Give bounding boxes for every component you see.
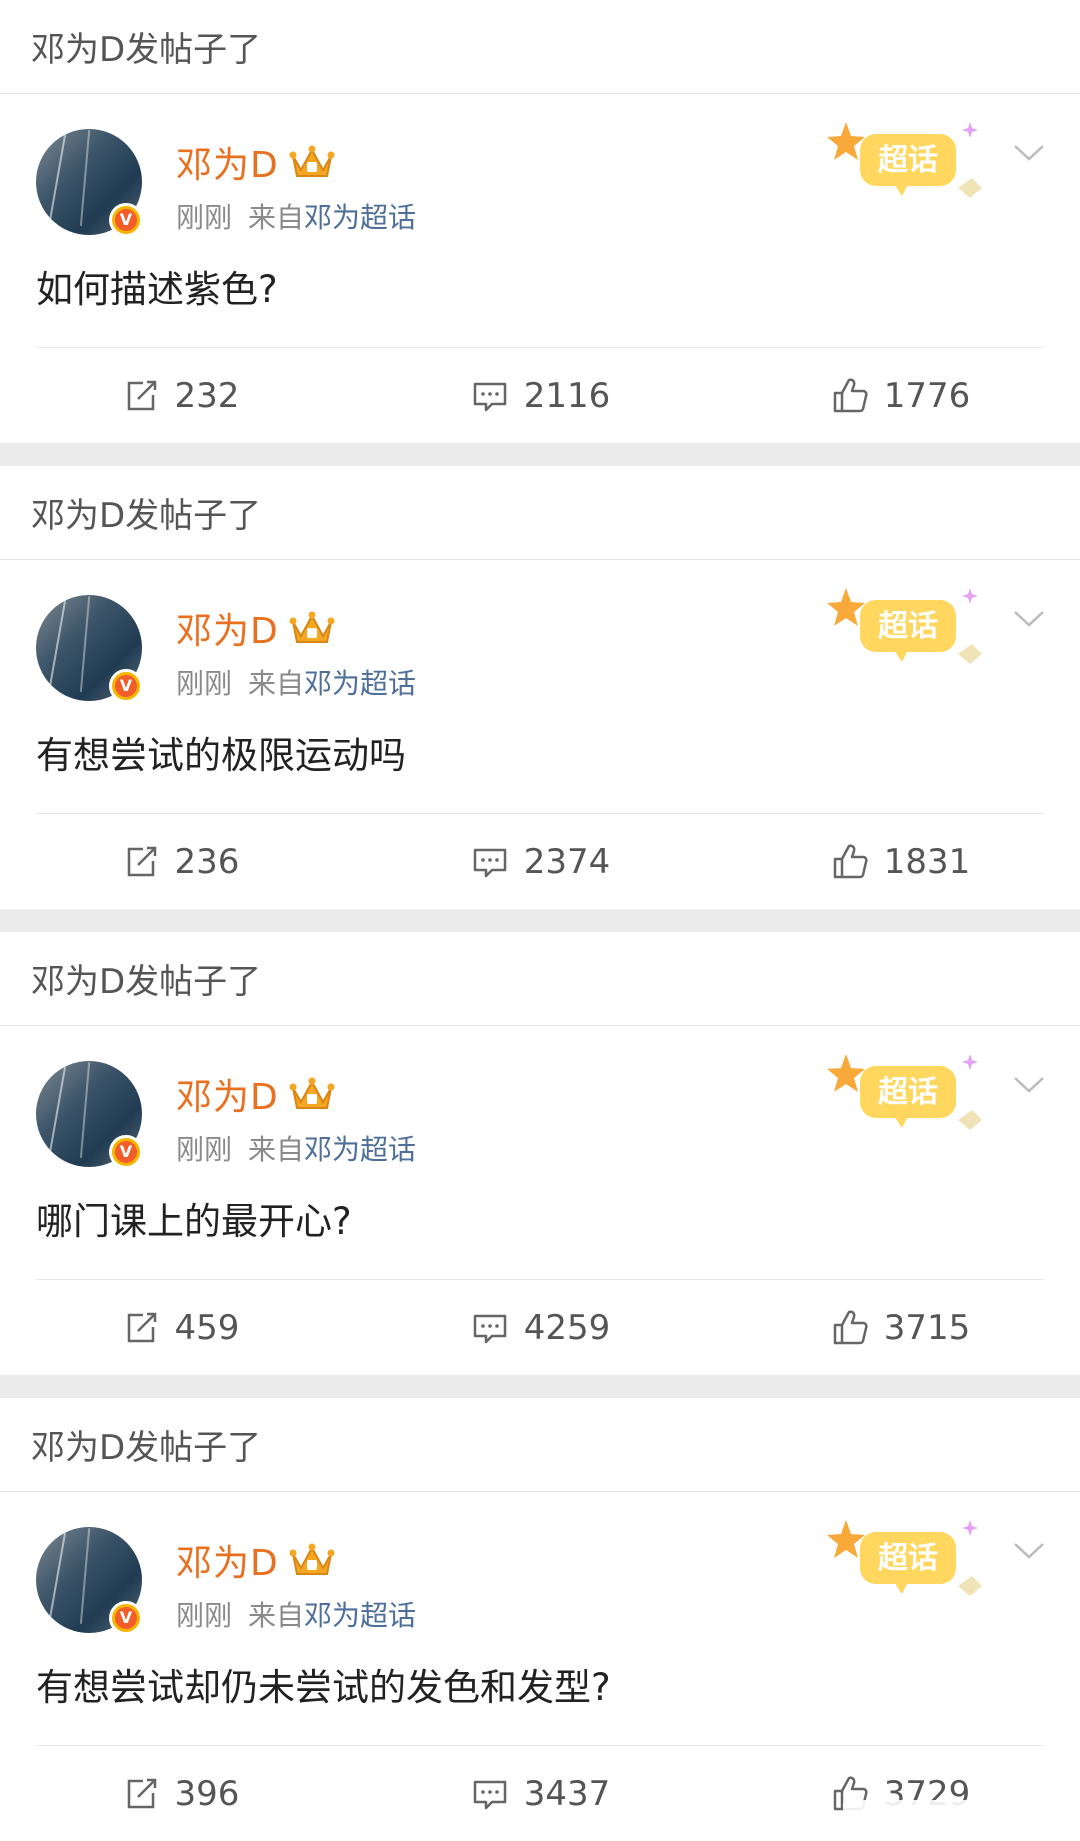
post-card: 邓为D发帖子了 V 邓为D 刚刚 来自邓为超话 超话 xyxy=(0,1398,1080,1841)
post-content[interactable]: 如何描述紫色? xyxy=(36,259,278,313)
post-meta: 刚刚 来自邓为超话 xyxy=(176,1128,416,1168)
comment-icon xyxy=(473,382,506,411)
like-icon xyxy=(833,844,868,878)
repost-count: 459 xyxy=(174,1307,240,1348)
post-meta: 刚刚 来自邓为超话 xyxy=(176,196,416,236)
post-time: 刚刚 xyxy=(176,1133,233,1166)
username[interactable]: 邓为D xyxy=(176,1534,279,1586)
post-card: 邓为D发帖子了 V 邓为D 刚刚 来自邓为超话 超话 xyxy=(0,0,1080,443)
chaohua-label: 超话 xyxy=(878,1075,938,1110)
action-bar: 232 2116 1776 xyxy=(0,347,1080,443)
like-icon xyxy=(833,1310,868,1344)
source-link[interactable]: 邓为超话 xyxy=(304,201,416,234)
source-prefix: 来自 xyxy=(248,1599,305,1632)
source-link[interactable]: 邓为超话 xyxy=(304,1133,416,1166)
action-bar: 236 2374 1831 xyxy=(0,813,1080,909)
post-meta: 刚刚 来自邓为超话 xyxy=(176,662,416,702)
chaohua-label: 超话 xyxy=(878,1541,938,1576)
post-content[interactable]: 有想尝试却仍未尝试的发色和发型? xyxy=(36,1657,611,1711)
crown-icon xyxy=(289,611,335,643)
post-card: 邓为D发帖子了 V 邓为D 刚刚 来自邓为超话 超话 xyxy=(0,932,1080,1375)
source-prefix: 来自 xyxy=(248,201,305,234)
like-count: 1776 xyxy=(883,375,971,416)
repost-count: 396 xyxy=(174,1773,240,1814)
source-prefix: 来自 xyxy=(248,667,305,700)
verified-badge-label: V xyxy=(115,1607,137,1629)
verified-badge-label: V xyxy=(115,1141,137,1163)
watermark xyxy=(843,1800,1073,1836)
comment-icon xyxy=(473,848,506,877)
post-body[interactable]: V 邓为D 刚刚 来自邓为超话 超话 如何描述紫色? 232 2116 1776 xyxy=(0,94,1080,443)
card-header: 邓为D发帖子了 xyxy=(0,466,1080,560)
repost-button[interactable]: 459 xyxy=(0,1279,360,1375)
comment-icon xyxy=(473,1314,506,1343)
post-body[interactable]: V 邓为D 刚刚 来自邓为超话 超话 有想尝试却仍未尝试的发色和发型? 396 … xyxy=(0,1492,1080,1841)
repost-count: 232 xyxy=(174,375,240,416)
action-bar: 459 4259 3715 xyxy=(0,1279,1080,1375)
repost-icon xyxy=(127,380,156,410)
repost-button[interactable]: 236 xyxy=(0,813,360,909)
verified-badge-icon: V xyxy=(109,669,143,703)
verified-badge-icon: V xyxy=(109,1135,143,1169)
like-button[interactable]: 3715 xyxy=(720,1279,1080,1375)
verified-badge-label: V xyxy=(115,209,137,231)
comment-count: 4259 xyxy=(523,1307,611,1348)
card-header: 邓为D发帖子了 xyxy=(0,932,1080,1026)
comment-button[interactable]: 3437 xyxy=(360,1745,720,1841)
source-link[interactable]: 邓为超话 xyxy=(304,667,416,700)
chevron-down-icon[interactable] xyxy=(1012,1074,1046,1096)
card-header: 邓为D发帖子了 xyxy=(0,1398,1080,1492)
crown-icon xyxy=(289,1543,335,1575)
source-link[interactable]: 邓为超话 xyxy=(304,1599,416,1632)
crown-icon xyxy=(289,145,335,177)
post-content[interactable]: 哪门课上的最开心? xyxy=(36,1191,352,1245)
like-icon xyxy=(833,378,868,412)
comment-icon xyxy=(473,1780,506,1809)
like-button[interactable]: 1776 xyxy=(720,347,1080,443)
post-meta: 刚刚 来自邓为超话 xyxy=(176,1594,416,1634)
chaohua-label: 超话 xyxy=(878,609,938,644)
comment-count: 3437 xyxy=(523,1773,611,1814)
like-button[interactable]: 1831 xyxy=(720,813,1080,909)
repost-button[interactable]: 396 xyxy=(0,1745,360,1841)
repost-icon xyxy=(127,846,156,876)
post-content[interactable]: 有想尝试的极限运动吗 xyxy=(36,725,406,779)
post-time: 刚刚 xyxy=(176,1599,233,1632)
chaohua-icon[interactable]: 超话 xyxy=(824,114,990,204)
comment-count: 2116 xyxy=(523,375,611,416)
chaohua-label: 超话 xyxy=(878,143,938,178)
comment-button[interactable]: 2374 xyxy=(360,813,720,909)
chaohua-icon[interactable]: 超话 xyxy=(824,1512,990,1602)
source-prefix: 来自 xyxy=(248,1133,305,1166)
crown-icon xyxy=(289,1077,335,1109)
repost-icon xyxy=(127,1312,156,1342)
chevron-down-icon[interactable] xyxy=(1012,142,1046,164)
comment-count: 2374 xyxy=(523,841,611,882)
post-feed: 邓为D发帖子了 V 邓为D 刚刚 来自邓为超话 超话 如何描述紫色? 232 2… xyxy=(0,0,1080,1841)
chaohua-icon[interactable]: 超话 xyxy=(824,1046,990,1136)
verified-badge-icon: V xyxy=(109,1601,143,1635)
repost-count: 236 xyxy=(174,841,240,882)
verified-badge-label: V xyxy=(115,675,137,697)
chevron-down-icon[interactable] xyxy=(1012,608,1046,630)
username[interactable]: 邓为D xyxy=(176,602,279,654)
comment-button[interactable]: 4259 xyxy=(360,1279,720,1375)
like-count: 1831 xyxy=(883,841,971,882)
post-body[interactable]: V 邓为D 刚刚 来自邓为超话 超话 有想尝试的极限运动吗 236 2374 1… xyxy=(0,560,1080,909)
comment-button[interactable]: 2116 xyxy=(360,347,720,443)
post-time: 刚刚 xyxy=(176,201,233,234)
repost-icon xyxy=(127,1778,156,1808)
repost-button[interactable]: 232 xyxy=(0,347,360,443)
post-time: 刚刚 xyxy=(176,667,233,700)
like-count: 3715 xyxy=(883,1307,971,1348)
post-card: 邓为D发帖子了 V 邓为D 刚刚 来自邓为超话 超话 xyxy=(0,466,1080,909)
verified-badge-icon: V xyxy=(109,203,143,237)
chevron-down-icon[interactable] xyxy=(1012,1540,1046,1562)
username[interactable]: 邓为D xyxy=(176,136,279,188)
chaohua-icon[interactable]: 超话 xyxy=(824,580,990,670)
username[interactable]: 邓为D xyxy=(176,1068,279,1120)
card-header: 邓为D发帖子了 xyxy=(0,0,1080,94)
post-body[interactable]: V 邓为D 刚刚 来自邓为超话 超话 哪门课上的最开心? 459 4259 37… xyxy=(0,1026,1080,1375)
